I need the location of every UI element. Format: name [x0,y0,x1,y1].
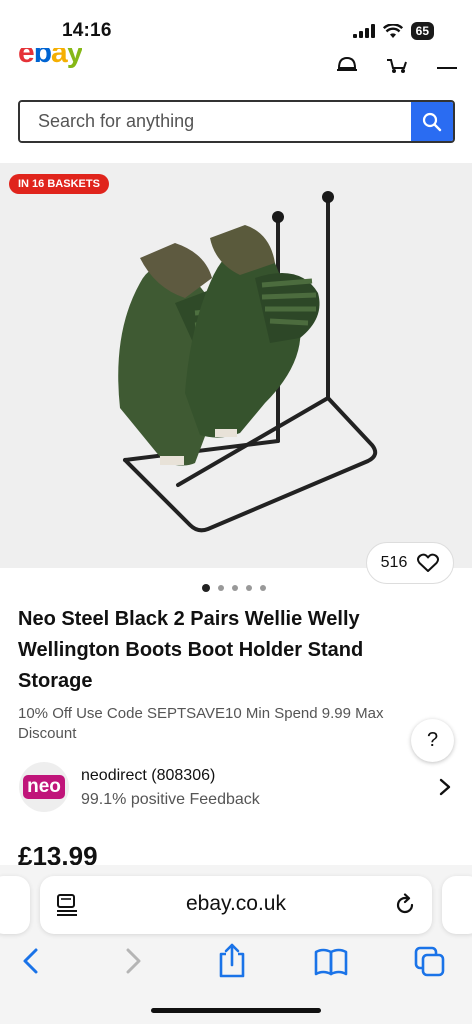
search-icon [422,112,442,131]
cellular-signal-icon [352,24,375,38]
bookmarks-icon[interactable] [313,942,349,980]
url-text[interactable]: ebay.co.uk [40,892,432,916]
browser-nav-row [0,942,472,982]
help-icon: ? [426,729,439,751]
chevron-right-icon[interactable] [438,778,452,796]
baskets-badge: IN 16 BASKETS [9,174,109,194]
product-image [118,191,378,533]
status-icons: 65 [352,22,434,40]
watch-button[interactable]: 516 [366,542,454,584]
listing-title: Neo Steel Black 2 Pairs Wellie Welly Wel… [18,608,364,692]
forward-icon[interactable] [122,942,144,980]
product-image-gallery[interactable] [0,163,472,568]
heart-icon [417,553,440,572]
home-indicator [151,1008,321,1013]
page-dot[interactable] [202,584,210,592]
share-icon[interactable] [217,942,247,980]
promo-text: 10% Off Use Code SEPTSAVE10 Min Spend 9.… [18,705,384,742]
gallery-pagination [202,584,266,592]
tabs-icon[interactable] [413,942,447,980]
cart-icon[interactable] [386,54,408,74]
page-dot[interactable] [232,585,238,591]
status-time: 14:16 [62,20,112,41]
search-bar [18,100,455,143]
seller-avatar[interactable]: neo [19,762,69,812]
previous-tab-peek[interactable] [0,876,30,934]
notification-bell-icon[interactable] [336,54,358,74]
ebay-logo[interactable]: ebay [18,48,82,78]
page-dot[interactable] [260,585,266,591]
menu-icon[interactable] [436,54,458,74]
page-dot[interactable] [218,585,224,591]
page-dot[interactable] [246,585,252,591]
search-input[interactable] [20,102,413,141]
search-button[interactable] [411,102,453,141]
price: £13.99 [18,841,98,867]
back-icon[interactable] [20,942,42,980]
header-icons [336,54,458,74]
seller-name[interactable]: neodirect (808306) [81,767,215,785]
watch-count: 516 [380,554,408,571]
seller-feedback: 99.1% positive Feedback [81,791,260,808]
reload-icon[interactable] [395,893,417,917]
help-button[interactable]: ? [411,719,454,762]
battery-indicator: 65 [410,22,434,40]
wifi-icon [382,23,403,38]
next-tab-peek[interactable] [442,876,472,934]
seller-avatar-logo: neo [23,775,65,799]
